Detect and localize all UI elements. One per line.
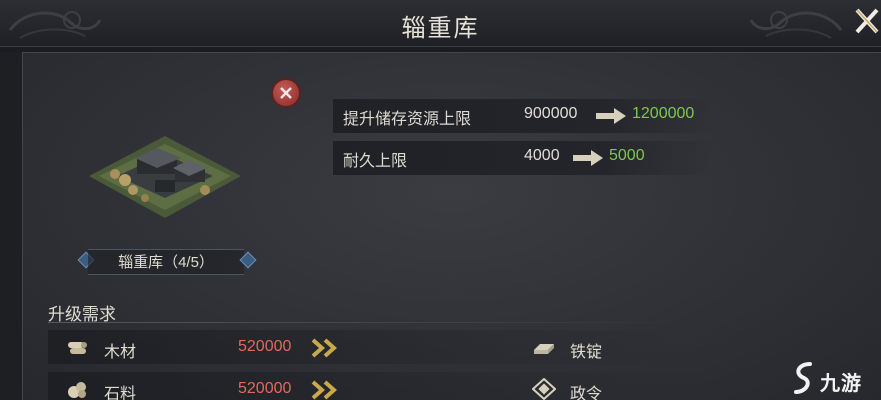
- watermark-logo-icon: [794, 362, 812, 394]
- requirement-name: 铁锭: [570, 344, 603, 361]
- wood-icon: [68, 342, 87, 354]
- iron-ingot-icon: [534, 344, 554, 354]
- right-arrow-icon: [596, 108, 626, 124]
- chevrons-right-icon: [311, 338, 338, 358]
- requirement-row-wood: 木材 520000 铁锭: [48, 330, 698, 364]
- right-arrow-icon: [573, 150, 603, 166]
- decree-icon: [532, 378, 556, 400]
- stat-current-value: 900000: [524, 105, 578, 122]
- requirement-name: 木材: [104, 344, 137, 361]
- requirement-name: 石料: [104, 386, 137, 400]
- watermark-text: 九游: [820, 373, 862, 395]
- remove-x-icon: [280, 87, 292, 99]
- stat-row-durability-limit: 耐久上限 4000 5000: [333, 141, 713, 175]
- stat-current-value: 4000: [524, 147, 560, 164]
- requirement-amount: 520000: [238, 380, 292, 397]
- cloud-ornament-right: [749, 11, 843, 39]
- stat-label: 耐久上限: [343, 153, 408, 170]
- requirements-divider: [48, 322, 698, 323]
- side-strip: [0, 52, 22, 400]
- building-name-tag: 辎重库（4/5）: [76, 248, 257, 275]
- stat-row-storage-limit: 提升储存资源上限 900000 1200000: [333, 99, 713, 133]
- building-name-level: 辎重库（4/5）: [118, 254, 214, 271]
- stone-icon: [68, 382, 86, 398]
- requirement-name: 政令: [570, 386, 603, 400]
- stat-upgraded-value: 1200000: [632, 105, 695, 122]
- requirement-row-stone: 石料 520000 政令: [48, 372, 698, 400]
- stat-upgraded-value: 5000: [609, 147, 645, 164]
- requirement-amount: 520000: [238, 338, 292, 355]
- title-bar: 辎重库: [0, 0, 881, 47]
- watermark: 九游: [790, 360, 880, 396]
- chevrons-right-icon: [311, 380, 338, 400]
- remove-building-button[interactable]: [273, 80, 299, 106]
- close-x-icon[interactable]: [851, 2, 881, 42]
- supply-depot-building-image: [89, 136, 241, 218]
- stat-label: 提升储存资源上限: [343, 111, 472, 128]
